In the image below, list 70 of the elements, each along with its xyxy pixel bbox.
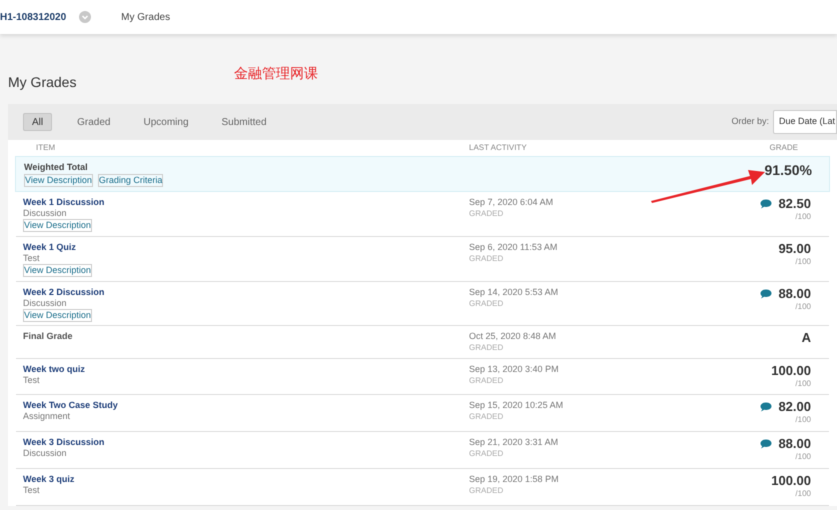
activity-date: Sep 7, 2020 6:04 AM [469,197,554,208]
description-link[interactable]: View Description [24,174,93,188]
activity-date: Sep 19, 2020 1:58 PM [469,474,560,485]
item-name: Weighted Total [24,160,89,174]
activity-date: Sep 14, 2020 5:53 AM [469,287,560,298]
page-title: My Grades [8,72,78,92]
grade-value: 100.00 [771,364,811,377]
item-type: Test [23,485,41,496]
grade-out-of: /100 [795,488,811,500]
activity-date: Sep 6, 2020 11:53 AM [469,242,558,253]
item-type: Test [23,253,41,264]
grade-value: 82.50 [778,197,811,210]
filter-tab[interactable]: Submitted [214,113,275,131]
item-link[interactable]: Week 3 Discussion [23,437,469,448]
filter-tab[interactable]: All [23,113,52,131]
activity-status: GRADED [469,298,504,309]
activity-status: GRADED [469,375,504,386]
item-link[interactable]: Week 3 quiz [23,474,469,485]
description-link[interactable]: View Description [23,309,92,322]
speech-bubble-icon[interactable] [760,402,772,412]
item-type: Assignment [23,411,72,422]
item-link[interactable]: Week 1 Discussion [23,197,469,208]
activity-date: Sep 13, 2020 3:40 PM [469,364,560,375]
activity-status: GRADED [469,411,504,422]
grade-value: 95.00 [778,242,811,255]
description-link[interactable]: Grading Criteria [98,174,164,188]
order-by-select[interactable]: Due Date (Lat [772,110,837,134]
activity-date: Oct 25, 2020 8:48 AM [469,331,558,342]
grade-out-of: /100 [795,211,811,223]
order-by-label: Order by: [731,115,769,128]
item-link[interactable]: Week 2 Discussion [23,287,469,298]
grade-value: 88.00 [778,437,811,450]
description-link[interactable]: View Description [23,219,92,232]
item-link[interactable]: Week Two Case Study [23,400,469,411]
activity-status: GRADED [469,485,504,496]
grade-value: 100.00 [771,474,811,487]
breadcrumb-page: My Grades [121,10,170,24]
activity-status: GRADED [469,208,504,219]
activity-status: GRADED [469,448,504,459]
column-header: GRADE [768,142,799,154]
item-type: Discussion [23,298,68,309]
column-header: ITEM [35,142,56,154]
activity-status: GRADED [469,253,504,264]
course-link[interactable]: H1-108312020 [0,10,66,24]
filter-tab[interactable]: Graded [69,113,118,131]
grade-out-of: /100 [795,378,811,390]
item-link[interactable]: Week 1 Quiz [23,242,469,253]
speech-bubble-icon[interactable] [760,288,772,298]
speech-bubble-icon[interactable] [760,438,772,448]
grade-value: 82.00 [778,400,811,413]
item-link[interactable]: Week two quiz [23,364,469,375]
description-link[interactable]: View Description [23,264,92,277]
activity-status: GRADED [469,342,504,353]
grade-out-of: /100 [795,256,811,268]
item-type: Test [23,375,41,386]
grade-out-of: /100 [795,414,811,426]
grade-out-of: /100 [795,301,811,313]
speech-bubble-icon[interactable] [760,198,772,208]
item-name: Final Grade [23,331,74,342]
item-type: Discussion [23,208,68,219]
grade-value: 88.00 [778,287,811,300]
grade-out-of: /100 [795,451,811,463]
filter-tab[interactable]: Upcoming [135,113,197,131]
item-type: Discussion [23,448,68,459]
activity-date: Sep 21, 2020 3:31 AM [469,437,560,448]
activity-date: Sep 15, 2020 10:25 AM [469,400,564,411]
annotation-text: 金融管理网课 [234,64,318,82]
grade-value: 91.50% [764,160,813,180]
grade-value: A [802,331,811,344]
column-header: LAST ACTIVITY [469,142,528,154]
